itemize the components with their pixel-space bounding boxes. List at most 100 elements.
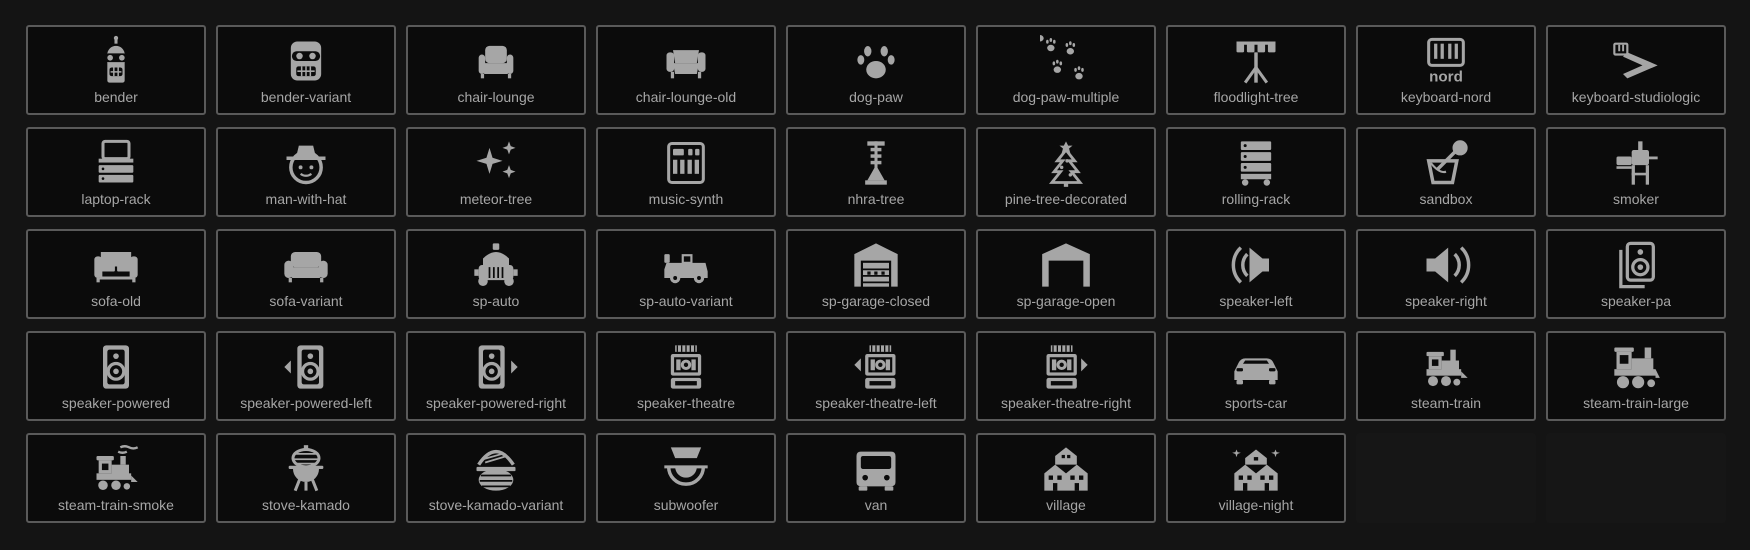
icon-tile-bender[interactable]: bender — [26, 25, 206, 115]
icon-label: keyboard-studiologic — [1571, 89, 1701, 105]
speaker-left-icon — [1230, 239, 1282, 291]
icon-grid: bender bender-variant chair-lounge chair… — [26, 25, 1726, 523]
icon-label: speaker-theatre-right — [1001, 395, 1131, 411]
icon-label: dog-paw — [849, 89, 903, 105]
music-synth-icon — [660, 137, 712, 189]
speaker-right-icon — [1420, 239, 1472, 291]
icon-tile-sandbox[interactable]: sandbox — [1356, 127, 1536, 217]
sandbox-icon — [1420, 137, 1472, 189]
icon-tile-stove-kamado[interactable]: stove-kamado — [216, 433, 396, 523]
icon-tile-floodlight-tree[interactable]: floodlight-tree — [1166, 25, 1346, 115]
icon-tile-sp-garage-closed[interactable]: sp-garage-closed — [786, 229, 966, 319]
stove-kamado-variant-icon — [470, 443, 522, 495]
icon-tile-nhra-tree[interactable]: nhra-tree — [786, 127, 966, 217]
village-night-icon — [1230, 443, 1282, 495]
icon-label: speaker-left — [1219, 293, 1293, 309]
icon-label: sofa-variant — [269, 293, 343, 309]
icon-tile-subwoofer[interactable]: subwoofer — [596, 433, 776, 523]
icon-tile-stove-kamado-variant[interactable]: stove-kamado-variant — [406, 433, 586, 523]
icon-tile-sofa-variant[interactable]: sofa-variant — [216, 229, 396, 319]
speaker-pa-icon — [1610, 239, 1662, 291]
icon-tile-steam-train[interactable]: steam-train — [1356, 331, 1536, 421]
icon-tile-speaker-left[interactable]: speaker-left — [1166, 229, 1346, 319]
icon-label: steam-train-large — [1583, 395, 1689, 411]
icon-tile-rolling-rack[interactable]: rolling-rack — [1166, 127, 1346, 217]
icon-tile-village[interactable]: village — [976, 433, 1156, 523]
icon-tile-speaker-theatre[interactable]: speaker-theatre — [596, 331, 776, 421]
speaker-theatre-left-icon — [850, 341, 902, 393]
icon-label: sp-auto — [472, 293, 520, 309]
icon-label: floodlight-tree — [1213, 89, 1299, 105]
icon-tile-music-synth[interactable]: music-synth — [596, 127, 776, 217]
icon-tile-chair-lounge[interactable]: chair-lounge — [406, 25, 586, 115]
icon-tile-smoker[interactable]: smoker — [1546, 127, 1726, 217]
bender-icon — [90, 35, 142, 87]
icon-tile-bender-variant[interactable]: bender-variant — [216, 25, 396, 115]
village-icon — [1040, 443, 1092, 495]
icon-tile-dog-paw-multiple[interactable]: dog-paw-multiple — [976, 25, 1156, 115]
floodlight-tree-icon — [1230, 35, 1282, 87]
icon-label: smoker — [1613, 191, 1659, 207]
icon-label: sandbox — [1419, 191, 1473, 207]
icon-tile-speaker-theatre-right[interactable]: speaker-theatre-right — [976, 331, 1156, 421]
icon-tile-speaker-theatre-left[interactable]: speaker-theatre-left — [786, 331, 966, 421]
icon-tile-meteor-tree[interactable]: meteor-tree — [406, 127, 586, 217]
chair-lounge-old-icon — [660, 35, 712, 87]
speaker-theatre-icon — [660, 341, 712, 393]
icon-tile-speaker-powered[interactable]: speaker-powered — [26, 331, 206, 421]
icon-label: dog-paw-multiple — [1012, 89, 1120, 105]
icon-tile-sp-garage-open[interactable]: sp-garage-open — [976, 229, 1156, 319]
icon-label: van — [864, 497, 888, 513]
icon-tile-speaker-pa[interactable]: speaker-pa — [1546, 229, 1726, 319]
icon-label: speaker-pa — [1600, 293, 1672, 309]
icon-tile-steam-train-smoke[interactable]: steam-train-smoke — [26, 433, 206, 523]
icon-tile-steam-train-large[interactable]: steam-train-large — [1546, 331, 1726, 421]
sofa-old-icon — [90, 239, 142, 291]
laptop-rack-icon — [90, 137, 142, 189]
icon-tile-sp-auto[interactable]: sp-auto — [406, 229, 586, 319]
speaker-powered-right-icon — [470, 341, 522, 393]
sp-auto-icon — [470, 239, 522, 291]
dog-paw-multiple-icon — [1040, 35, 1092, 87]
icon-label: steam-train-smoke — [58, 497, 174, 513]
sp-garage-closed-icon — [850, 239, 902, 291]
icon-label: nhra-tree — [847, 191, 905, 207]
icon-tile-pine-tree-decorated[interactable]: pine-tree-decorated — [976, 127, 1156, 217]
steam-train-smoke-icon — [90, 443, 142, 495]
icon-label: speaker-powered-left — [240, 395, 372, 411]
icon-tile-man-with-hat[interactable]: man-with-hat — [216, 127, 396, 217]
icon-label: stove-kamado-variant — [428, 497, 564, 513]
icon-tile-speaker-right[interactable]: speaker-right — [1356, 229, 1536, 319]
meteor-tree-icon — [470, 137, 522, 189]
icon-tile-keyboard-nord[interactable]: nord keyboard-nord — [1356, 25, 1536, 115]
icon-tile-village-night[interactable]: village-night — [1166, 433, 1346, 523]
icon-label: sp-garage-open — [1016, 293, 1116, 309]
icon-label: keyboard-nord — [1400, 89, 1492, 105]
keyboard-nord-icon: nord — [1420, 35, 1472, 87]
icon-label: speaker-theatre-left — [815, 395, 937, 411]
svg-text:nord: nord — [1429, 69, 1463, 86]
empty-grid-cell — [1546, 433, 1726, 523]
icon-label: pine-tree-decorated — [1004, 191, 1128, 207]
icon-label: sports-car — [1224, 395, 1288, 411]
stove-kamado-icon — [280, 443, 332, 495]
van-icon — [850, 443, 902, 495]
icon-tile-chair-lounge-old[interactable]: chair-lounge-old — [596, 25, 776, 115]
keyboard-studiologic-icon — [1610, 35, 1662, 87]
icon-tile-dog-paw[interactable]: dog-paw — [786, 25, 966, 115]
icon-tile-keyboard-studiologic[interactable]: keyboard-studiologic — [1546, 25, 1726, 115]
icon-tile-sp-auto-variant[interactable]: sp-auto-variant — [596, 229, 776, 319]
icon-label: man-with-hat — [265, 191, 347, 207]
icon-label: village — [1046, 497, 1086, 513]
icon-label: rolling-rack — [1221, 191, 1291, 207]
icon-tile-speaker-powered-right[interactable]: speaker-powered-right — [406, 331, 586, 421]
icon-tile-sofa-old[interactable]: sofa-old — [26, 229, 206, 319]
icon-tile-sports-car[interactable]: sports-car — [1166, 331, 1346, 421]
bender-variant-icon — [280, 35, 332, 87]
icon-tile-speaker-powered-left[interactable]: speaker-powered-left — [216, 331, 396, 421]
icon-tile-van[interactable]: van — [786, 433, 966, 523]
icon-label: subwoofer — [653, 497, 719, 513]
speaker-powered-icon — [90, 341, 142, 393]
icon-tile-laptop-rack[interactable]: laptop-rack — [26, 127, 206, 217]
sp-garage-open-icon — [1040, 239, 1092, 291]
